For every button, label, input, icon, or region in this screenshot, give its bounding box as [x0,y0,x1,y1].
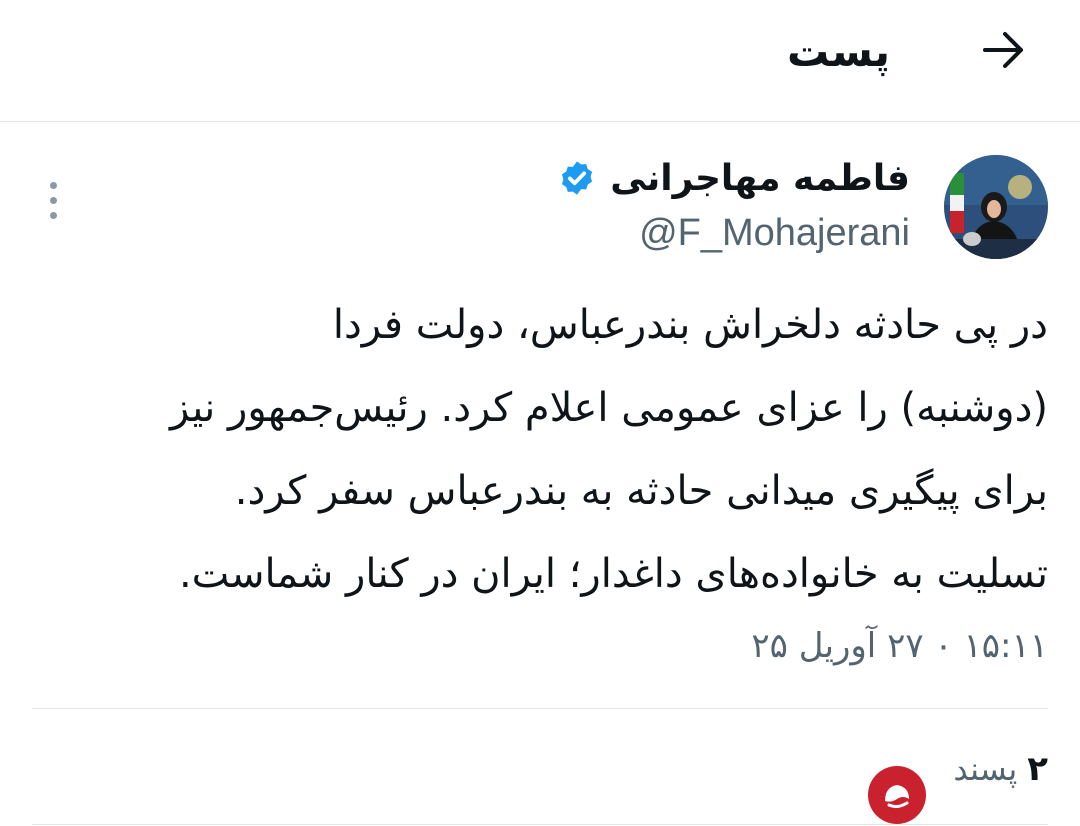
author-handle[interactable]: @F_Mohajerani [639,208,910,258]
tweet-text-line: برای پیگیری میدانی حادثه به بندرعباس سفر… [234,468,1048,514]
author-name-row: فاطمه مهاجرانی [558,150,910,206]
author-display-name[interactable]: فاطمه مهاجرانی [610,158,910,199]
tweet-text: در پی حادثه دلخراش بندرعباس، دولت فردا (… [36,284,1048,616]
top-app-bar: پست [0,0,1080,122]
page-title: پست [787,27,890,76]
back-button[interactable] [976,22,1032,78]
verified-badge-icon [562,161,593,195]
watermark-logo-icon [868,766,926,824]
likes-stat[interactable]: ۲ پسند [953,744,1048,794]
avatar[interactable] [944,155,1048,259]
divider [32,708,1048,709]
more-options-button[interactable] [38,172,68,228]
likes-count: ۲ [1027,749,1048,789]
arrow-right-icon [983,32,1023,68]
tweet-text-line: (دوشنبه) را عزای عمومی اعلام کرد. رئیس‌ج… [170,385,1048,431]
profile-photo [944,155,1048,259]
tweet-timestamp[interactable]: ۱۵:۱۱ ۰ ۲۷ آوریل ۲۵ [751,618,1048,674]
tweet-text-line: تسلیت به خانواده‌های داغدار؛ ایران در کن… [178,551,1048,597]
more-dot [49,181,57,189]
more-dot [49,196,57,204]
likes-label: پسند [953,750,1018,788]
more-dot [49,211,57,219]
tweet-text-line: در پی حادثه دلخراش بندرعباس، دولت فردا [332,302,1048,348]
divider [32,824,1048,825]
